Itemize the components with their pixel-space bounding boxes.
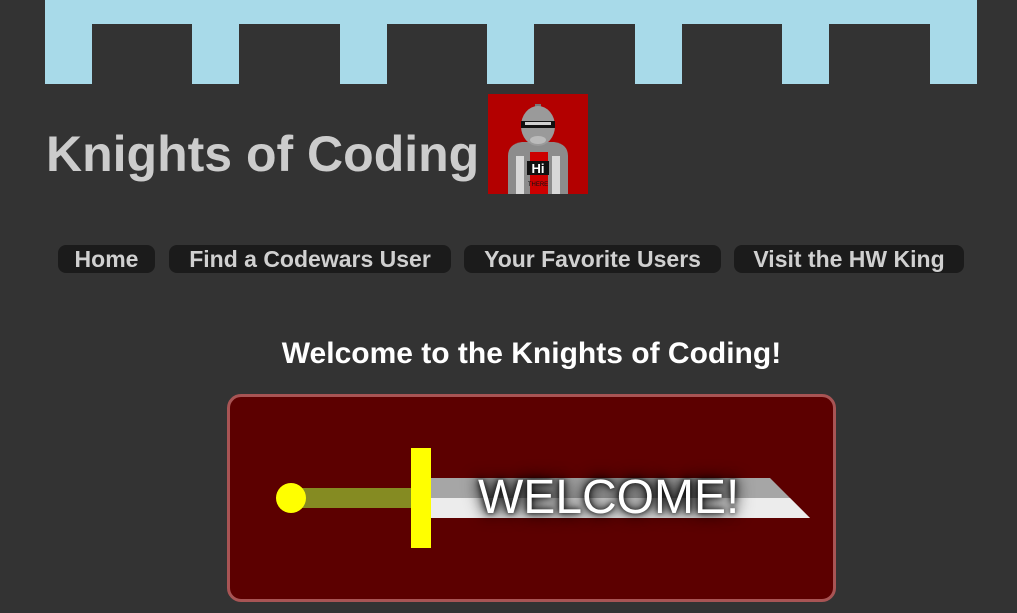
banner-welcome-text: WELCOME! — [478, 471, 740, 524]
sword-guard — [411, 448, 431, 548]
sword-pommel — [276, 483, 306, 513]
sword-hilt — [291, 488, 412, 508]
